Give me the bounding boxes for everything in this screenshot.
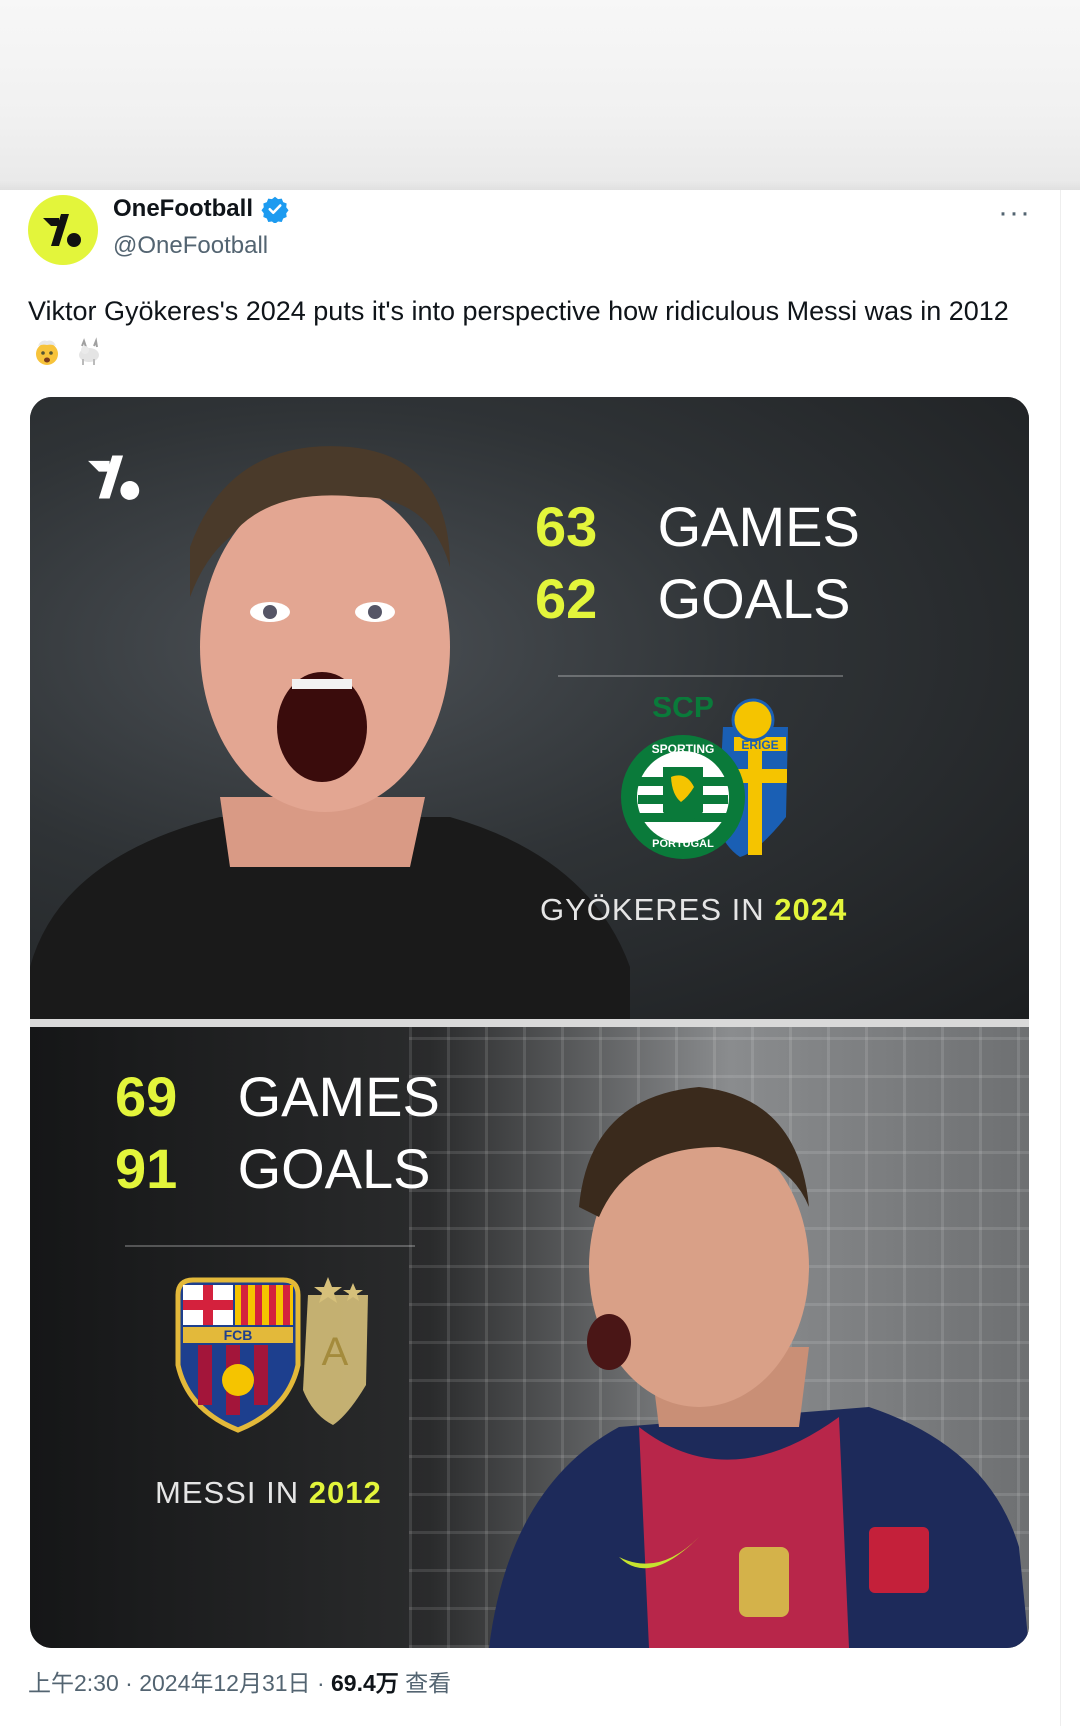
tweet-meta: 上午2:30 · 2024年12月31日 · 69.4万 查看: [28, 1664, 451, 1698]
gyokeres-goals: 62 GOALS: [535, 563, 851, 635]
tweet-text: Viktor Gyökeres's 2024 puts it's into pe…: [28, 290, 1018, 374]
stat-divider: [558, 675, 843, 677]
gyokeres-goals-number: 62: [535, 567, 598, 630]
sporting-crest-text: SCP: [652, 697, 714, 724]
gyokeres-games-number: 63: [535, 495, 598, 558]
tweet-card[interactable]: OneFootball @OneFootball ··· Viktor Gyök…: [0, 190, 1061, 1726]
messi-panel: 69 GAMES 91 GOALS A FCB MESSI IN 2012: [30, 1027, 1029, 1648]
fcb-crest-text: FCB: [224, 1327, 253, 1343]
views-label: 查看: [405, 1670, 452, 1696]
panel-divider: [30, 1019, 1029, 1027]
tweet-media-image[interactable]: 63 GAMES 62 GOALS ERIGE SCP SPORTING POR…: [30, 397, 1029, 1648]
messi-games-label: GAMES: [237, 1065, 440, 1128]
barcelona-argentina-crests: A FCB: [175, 1277, 368, 1433]
sporting-sweden-crests: ERIGE SCP SPORTING PORTUGAL: [621, 697, 788, 859]
goat-emoji-icon: [78, 337, 99, 365]
blurred-header-area: [0, 0, 1080, 190]
author-display-name[interactable]: OneFootball: [113, 195, 253, 223]
gyokeres-goals-label: GOALS: [657, 567, 851, 630]
onefootball-logo-icon: [43, 214, 81, 247]
author-handle[interactable]: @OneFootball: [113, 232, 268, 260]
messi-games: 69 GAMES: [115, 1061, 440, 1133]
gyokeres-panel: 63 GAMES 62 GOALS ERIGE SCP SPORTING POR…: [30, 397, 1029, 1019]
sporting-crest-ring-top: SPORTING: [652, 742, 715, 756]
messi-photo: [489, 1087, 1029, 1648]
author-name-row: OneFootball: [113, 195, 289, 223]
messi-caption: MESSI IN 2012: [155, 1475, 382, 1511]
messi-caption-prefix: MESSI IN: [155, 1475, 300, 1510]
messi-goals-label: GOALS: [237, 1137, 431, 1200]
messi-goals-number: 91: [115, 1137, 178, 1200]
gyokeres-games-label: GAMES: [657, 495, 860, 558]
gyokeres-caption-year: 2024: [774, 892, 848, 927]
messi-goals: 91 GOALS: [115, 1133, 431, 1205]
gyokeres-caption: GYÖKERES IN 2024: [540, 892, 847, 928]
afa-crest-text: A: [322, 1330, 349, 1374]
messi-caption-year: 2012: [308, 1475, 382, 1510]
meta-dot: ·: [316, 1670, 332, 1696]
gyokeres-caption-prefix: GYÖKERES IN: [540, 892, 765, 927]
tweet-date[interactable]: 2024年12月31日: [139, 1670, 310, 1696]
gyokeres-games: 63 GAMES: [535, 491, 860, 563]
meta-dot: ·: [125, 1670, 140, 1696]
verified-badge-icon: [261, 196, 289, 223]
messi-games-number: 69: [115, 1065, 178, 1128]
exploding-head-emoji-icon: [36, 340, 58, 365]
tweet-time[interactable]: 上午2:30: [28, 1670, 119, 1696]
tweet-body: Viktor Gyökeres's 2024 puts it's into pe…: [28, 296, 1009, 326]
stat-divider: [125, 1245, 415, 1247]
views-count: 69.4万: [331, 1670, 399, 1696]
sporting-crest-ring-bottom: PORTUGAL: [652, 838, 714, 850]
avatar[interactable]: [28, 195, 98, 265]
more-options-icon[interactable]: ···: [998, 196, 1031, 230]
